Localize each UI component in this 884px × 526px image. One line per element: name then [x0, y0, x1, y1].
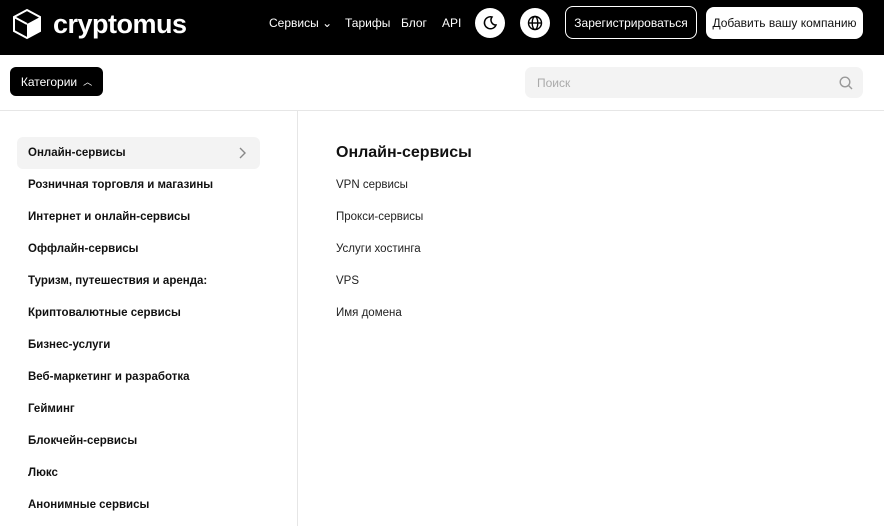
sidebar-item[interactable]: Анонимные сервисы: [17, 489, 260, 521]
subcategory-link[interactable]: VPS: [336, 265, 472, 297]
nav-services[interactable]: Сервисы ⌄: [269, 16, 332, 30]
search-input[interactable]: Поиск: [525, 67, 863, 98]
add-company-button[interactable]: Добавить вашу компанию: [706, 7, 863, 39]
categories-label: Категории: [20, 74, 78, 89]
sidebar-item-label: Онлайн-сервисы: [28, 147, 126, 159]
language-button[interactable]: [520, 8, 550, 38]
search-icon[interactable]: [839, 76, 853, 90]
sidebar-item[interactable]: Люкс: [17, 457, 260, 489]
subcategory-link[interactable]: Услуги хостинга: [336, 233, 472, 265]
top-header: cryptomus Сервисы ⌄ Тарифы Блог API Заре…: [0, 0, 884, 55]
logo[interactable]: cryptomus: [11, 8, 187, 40]
category-sidebar: Онлайн-сервисы Розничная торговля и мага…: [17, 137, 260, 521]
nav-api[interactable]: API: [442, 16, 461, 30]
nav-blog[interactable]: Блог: [401, 16, 427, 30]
theme-toggle-button[interactable]: [475, 8, 505, 38]
sidebar-item[interactable]: Оффлайн-сервисы: [17, 233, 260, 265]
sidebar-item[interactable]: Туризм, путешествия и аренда:: [17, 265, 260, 297]
nav-services-label: Сервисы: [269, 16, 319, 30]
sidebar-item[interactable]: Веб-маркетинг и разработка: [17, 361, 260, 393]
divider: [0, 110, 884, 111]
moon-icon: [483, 16, 498, 30]
panel-title: Онлайн-сервисы: [336, 144, 472, 161]
sidebar-item[interactable]: Криптовалютные сервисы: [17, 297, 260, 329]
chevron-up-icon: ︿: [83, 77, 93, 87]
sidebar-item[interactable]: Гейминг: [17, 393, 260, 425]
subcategory-link[interactable]: Прокси-сервисы: [336, 201, 472, 233]
divider: [297, 111, 298, 526]
chevron-down-icon: ⌄: [322, 16, 333, 30]
chevron-right-icon: [239, 147, 246, 159]
subcategory-link[interactable]: Имя домена: [336, 297, 472, 329]
subcategory-panel: Онлайн-сервисы VPN сервисы Прокси-сервис…: [336, 137, 472, 329]
brand-name: cryptomus: [53, 8, 187, 39]
subcategory-link[interactable]: VPN сервисы: [336, 169, 472, 201]
register-button[interactable]: Зарегистрироваться: [565, 6, 697, 39]
sidebar-item[interactable]: Розничная торговля и магазины: [17, 169, 260, 201]
search-placeholder: Поиск: [537, 75, 571, 90]
sidebar-item-online-services[interactable]: Онлайн-сервисы: [17, 137, 260, 169]
sidebar-item[interactable]: Блокчейн-сервисы: [17, 425, 260, 457]
categories-button[interactable]: Категории ︿: [10, 67, 103, 96]
cube-logo-icon: [13, 8, 41, 40]
sidebar-item[interactable]: Бизнес-услуги: [17, 329, 260, 361]
sidebar-item[interactable]: Интернет и онлайн-сервисы: [17, 201, 260, 233]
nav-pricing[interactable]: Тарифы: [345, 16, 390, 30]
globe-icon: [527, 15, 543, 31]
